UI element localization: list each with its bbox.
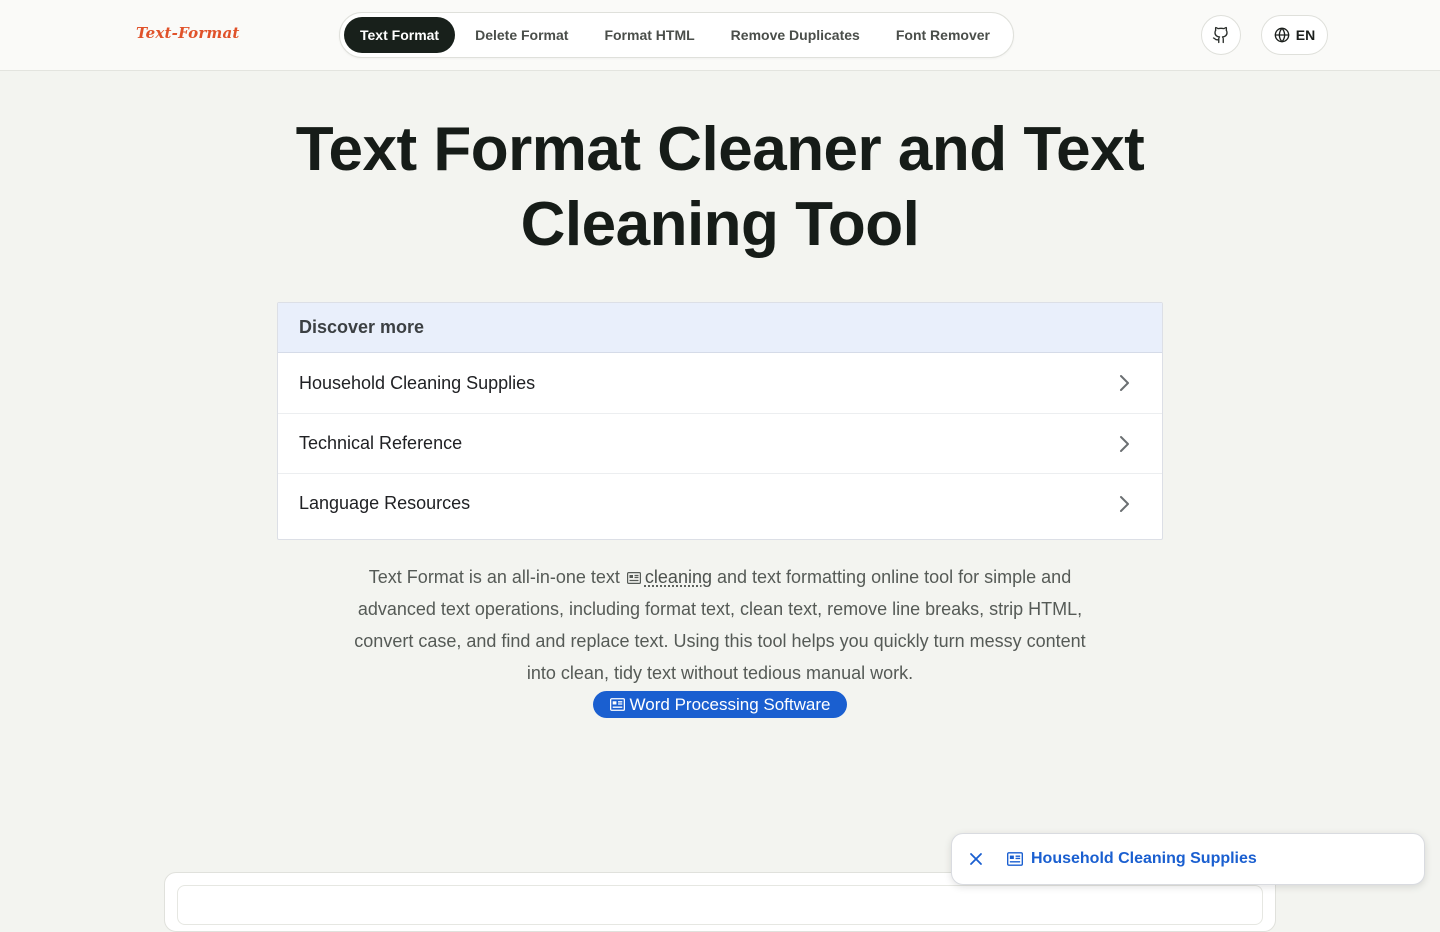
floating-suggestion-bar: Household Cleaning Supplies [951,833,1425,885]
article-icon [610,698,625,711]
discover-heading: Discover more [278,303,1162,353]
chevron-right-icon [1118,434,1132,454]
intro-paragraph: Text Format is an all-in-one text cleani… [340,561,1100,689]
nav-font-remover[interactable]: Font Remover [880,17,1006,53]
discover-item-household-cleaning[interactable]: Household Cleaning Supplies [278,353,1162,413]
page-title: Text Format Cleaner and Text Cleaning To… [220,112,1220,262]
discover-item-label: Technical Reference [299,433,462,454]
discover-item-language-resources[interactable]: Language Resources [278,473,1162,533]
main-nav: Text Format Delete Format Format HTML Re… [339,12,1014,58]
word-processing-chip[interactable]: Word Processing Software [593,691,847,718]
chevron-right-icon [1118,373,1132,393]
floating-link[interactable]: Household Cleaning Supplies [1007,850,1257,868]
discover-item-label: Language Resources [299,493,470,514]
close-icon [969,852,983,866]
cleaning-link[interactable]: cleaning [645,567,712,587]
close-button[interactable] [953,833,999,885]
intro-text-before: Text Format is an all-in-one text [369,567,620,587]
editor-input-area[interactable] [177,885,1263,925]
language-label: EN [1296,27,1315,43]
globe-icon [1274,27,1290,43]
language-switcher[interactable]: EN [1261,15,1328,55]
discover-more-card: Discover more Household Cleaning Supplie… [277,302,1163,540]
nav-text-format[interactable]: Text Format [344,17,455,53]
nav-format-html[interactable]: Format HTML [588,17,710,53]
chip-label: Word Processing Software [630,695,831,715]
chevron-right-icon [1118,494,1132,514]
floating-link-label: Household Cleaning Supplies [1031,850,1257,868]
nav-remove-duplicates[interactable]: Remove Duplicates [715,17,876,53]
github-button[interactable] [1201,15,1241,55]
discover-item-label: Household Cleaning Supplies [299,373,535,394]
article-icon [1007,852,1023,866]
site-logo[interactable]: Text-Format [136,24,240,42]
github-icon [1212,26,1230,44]
nav-delete-format[interactable]: Delete Format [459,17,584,53]
article-icon [627,572,641,584]
top-header: Text-Format Text Format Delete Format Fo… [0,0,1440,71]
discover-item-technical-reference[interactable]: Technical Reference [278,413,1162,473]
